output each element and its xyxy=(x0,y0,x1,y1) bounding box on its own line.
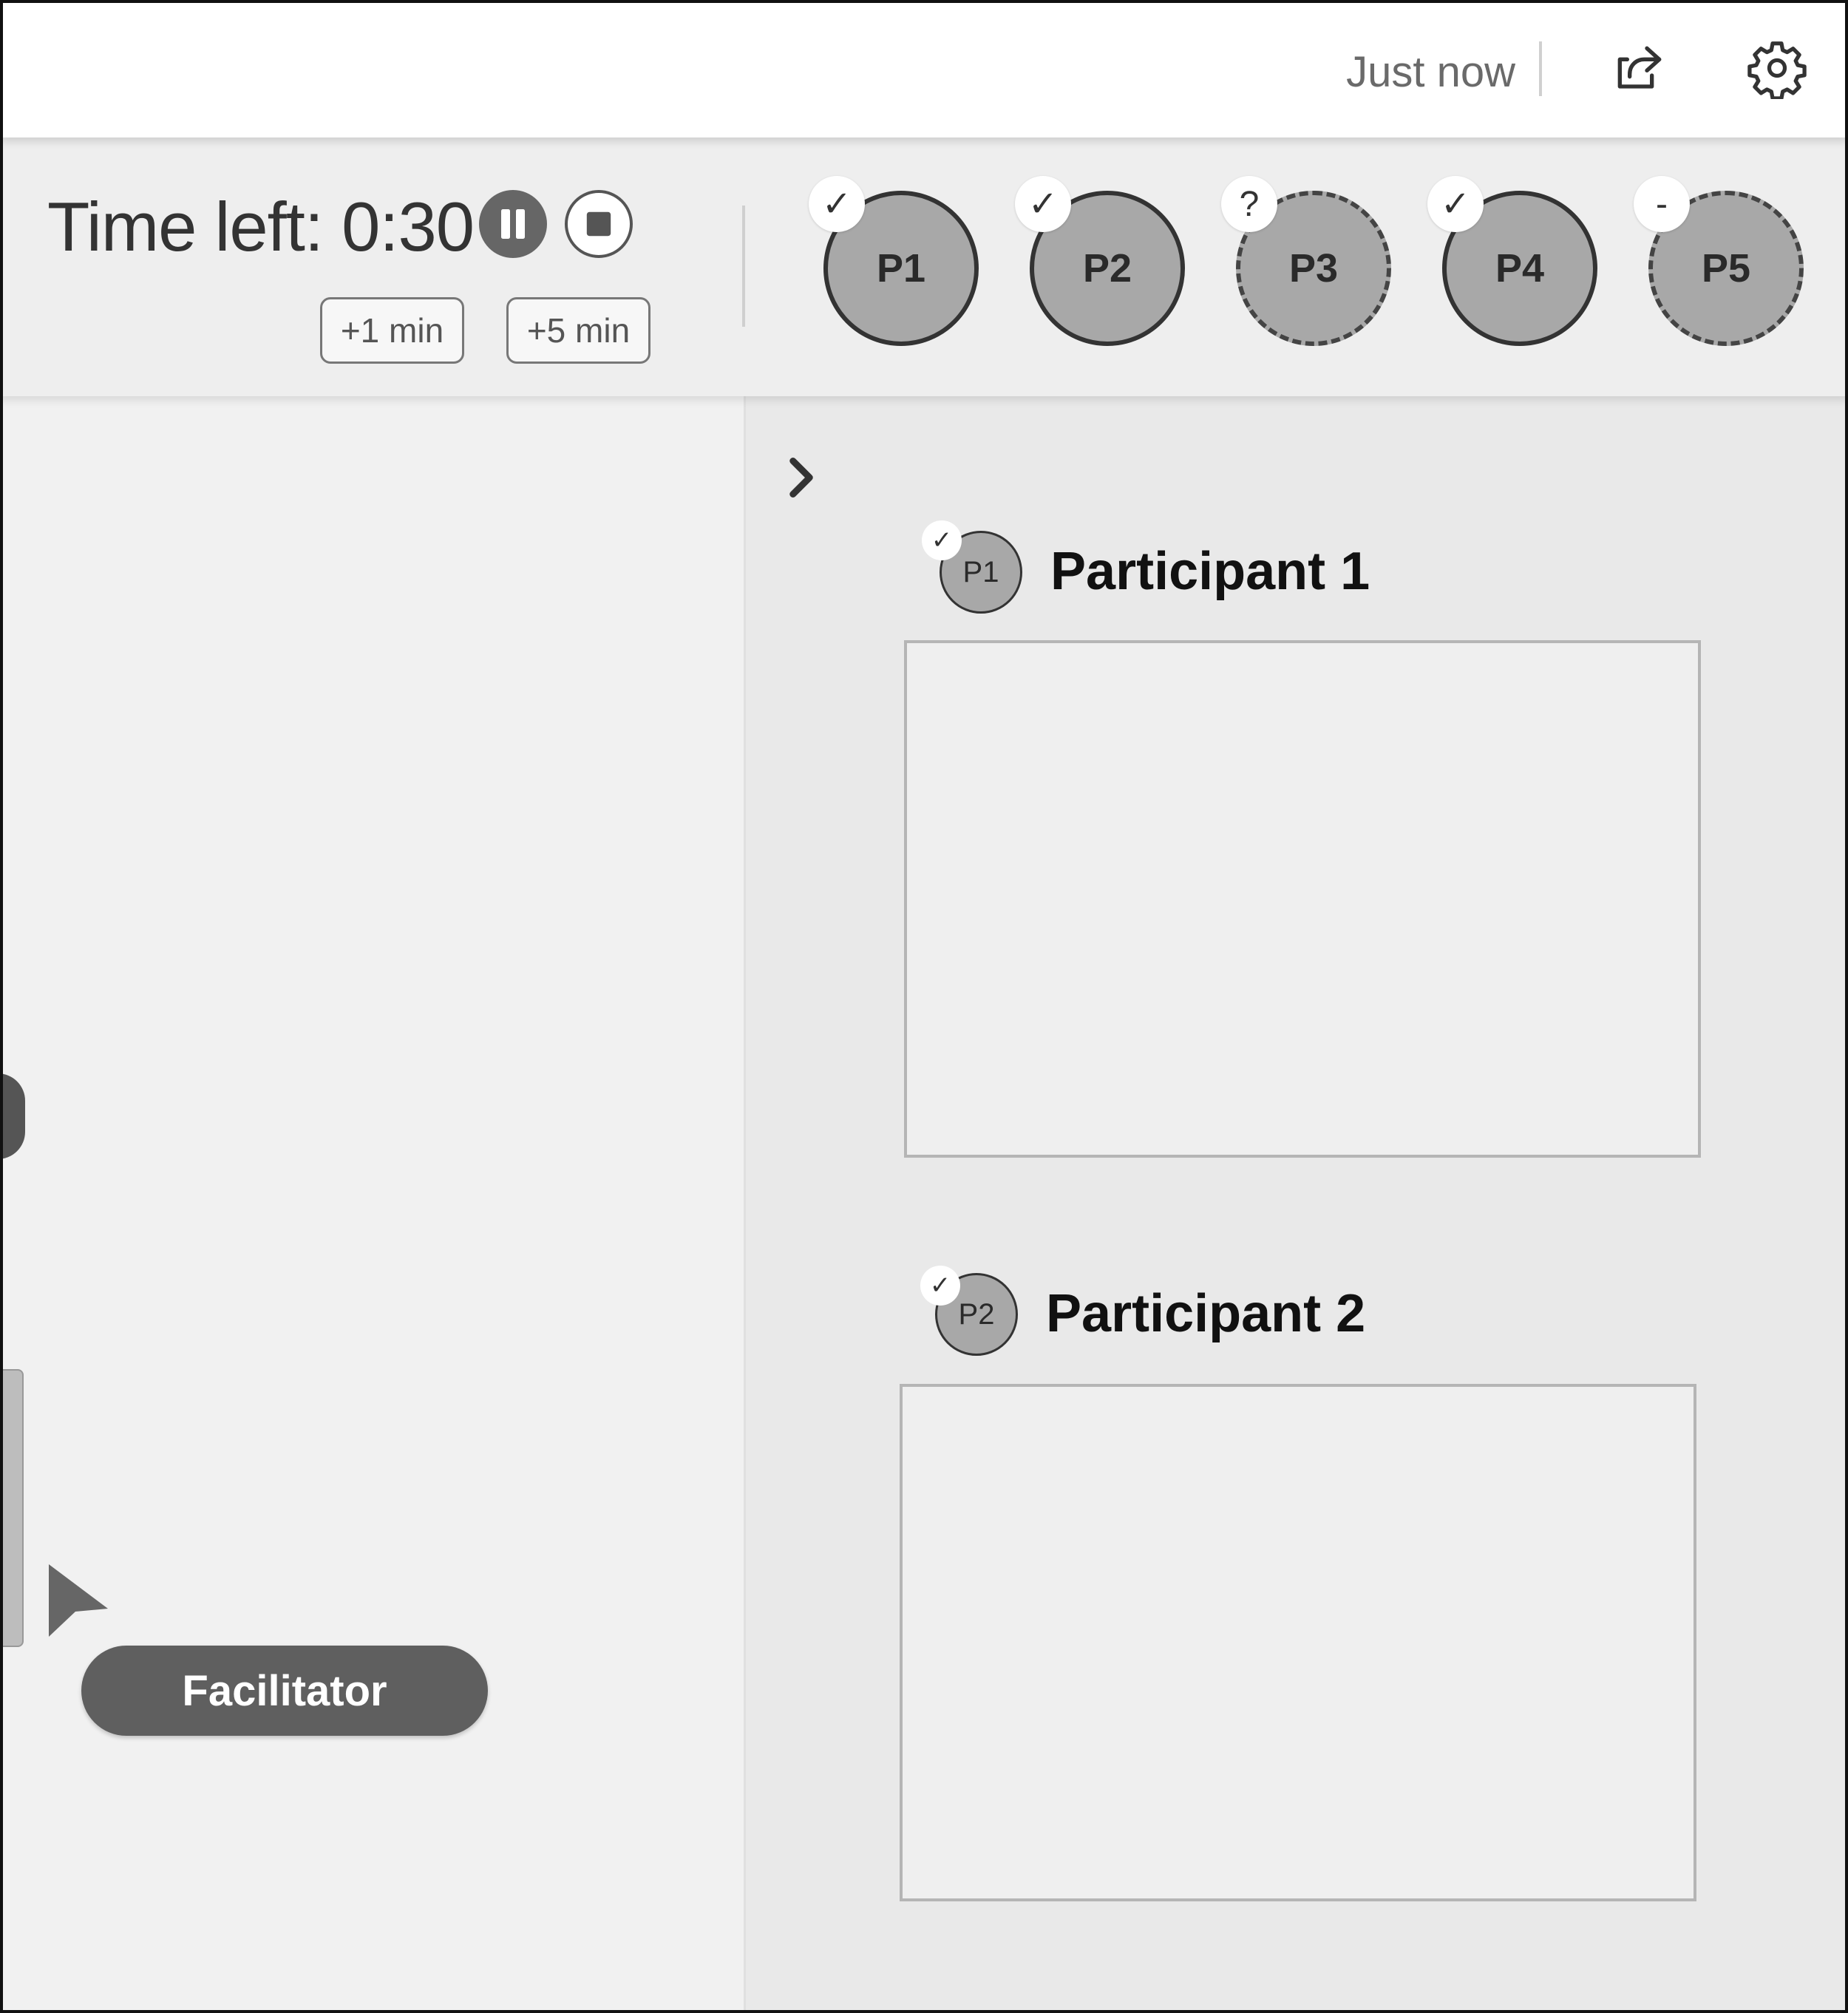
pause-button[interactable] xyxy=(479,190,547,258)
status-badge: - xyxy=(1634,176,1690,232)
side-drawer-handle[interactable] xyxy=(0,1369,24,1647)
share-button[interactable] xyxy=(1604,33,1675,103)
save-status: Just now xyxy=(1346,48,1515,96)
participant-panel: P1 ✓ Participant 1 P2 ✓ Participant 2 xyxy=(744,396,1848,2013)
status-badge: ✓ xyxy=(922,520,962,560)
participant-avatar-p5[interactable]: P5 - xyxy=(1634,176,1804,346)
participant-avatar-p3[interactable]: P3 ? xyxy=(1221,176,1391,346)
share-icon xyxy=(1617,46,1662,89)
participant-name: Participant 2 xyxy=(1046,1284,1366,1343)
control-bar: Time left: 0:30 +1 min +5 min P1 ✓ P2 ✓ … xyxy=(0,138,1848,396)
participant-avatar-p2[interactable]: P2 ✓ xyxy=(1015,176,1185,346)
whiteboard-canvas[interactable]: Facilitator xyxy=(0,396,744,2013)
status-badge: ✓ xyxy=(920,1266,960,1306)
status-badge: ✓ xyxy=(1427,176,1484,232)
divider xyxy=(1539,41,1542,96)
collapse-panel-button[interactable] xyxy=(775,448,827,507)
timer-label: Time left: 0:30 xyxy=(47,188,475,265)
chevron-right-icon xyxy=(789,458,813,498)
participant-response-area[interactable] xyxy=(904,640,1701,1158)
pointer-cursor-icon xyxy=(49,1564,108,1637)
pause-icon xyxy=(501,209,525,239)
gear-icon xyxy=(1747,41,1807,99)
divider xyxy=(742,206,745,327)
status-badge: ✓ xyxy=(809,176,865,232)
add-five-minutes-button[interactable]: +5 min xyxy=(506,297,650,364)
stop-icon xyxy=(586,211,611,237)
status-badge: ? xyxy=(1221,176,1277,232)
participant-avatar-p1[interactable]: P1 ✓ xyxy=(809,176,979,346)
top-bar: Just now xyxy=(0,0,1848,138)
stop-button[interactable] xyxy=(565,190,633,258)
add-one-minute-button[interactable]: +1 min xyxy=(320,297,464,364)
participant-avatar-p4[interactable]: P4 ✓ xyxy=(1427,176,1597,346)
status-badge: ✓ xyxy=(1015,176,1071,232)
participant-response-area[interactable] xyxy=(900,1384,1696,1901)
cursor-name-tag: Facilitator xyxy=(81,1646,488,1736)
participant-name: Participant 1 xyxy=(1050,542,1370,601)
side-toggle-handle[interactable] xyxy=(0,1073,25,1159)
settings-button[interactable] xyxy=(1742,33,1813,103)
